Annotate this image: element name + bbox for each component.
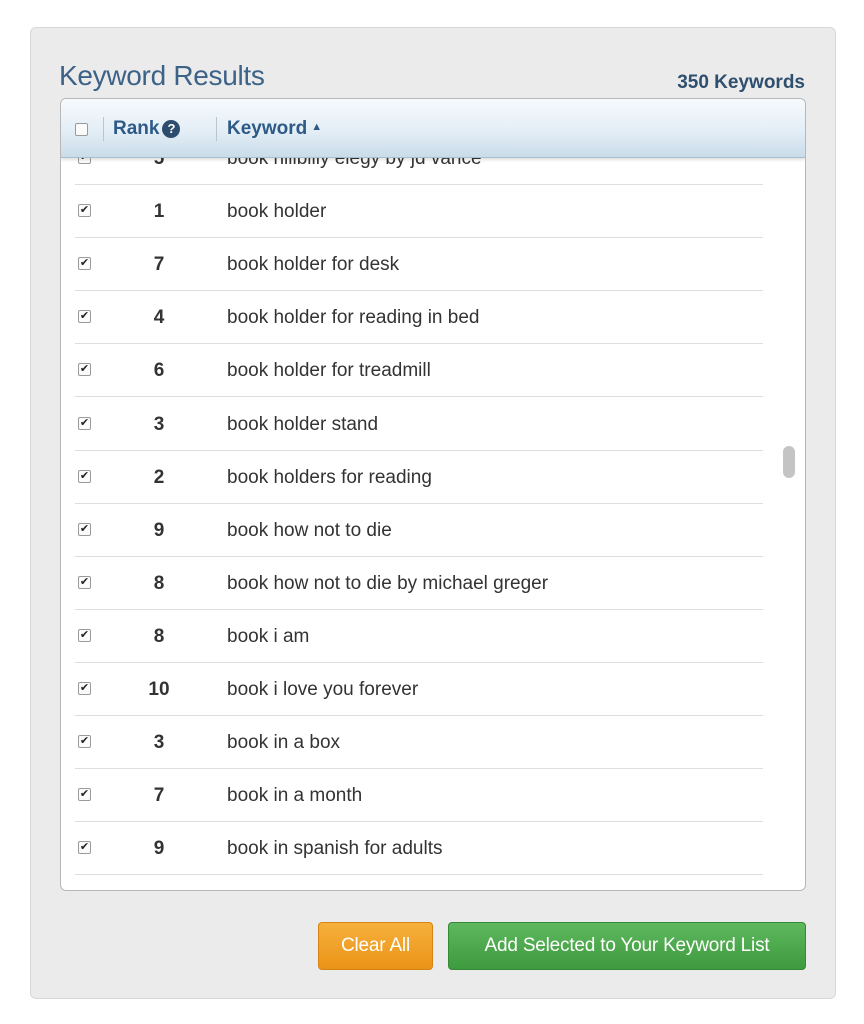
keyword-cell: book how not to die by michael greger <box>227 572 549 594</box>
table-row[interactable]: ✔ 8 book how not to die by michael greger <box>61 557 805 610</box>
keyword-cell: book i love you forever <box>227 679 419 700</box>
help-icon[interactable]: ? <box>162 120 181 138</box>
table-row[interactable]: ✔ 7 book holder for desk <box>61 238 805 292</box>
select-all-checkbox[interactable] <box>75 123 88 136</box>
rank-cell: 1 <box>153 201 165 223</box>
keyword-cell: book in a box <box>227 732 341 754</box>
table-row[interactable]: ✔ 6 book holder for treadmill <box>61 344 805 398</box>
row-checkbox[interactable]: ✔ <box>78 257 91 271</box>
rank-cell: 10 <box>148 679 170 700</box>
rank-cell: 2 <box>153 466 165 488</box>
row-checkbox[interactable]: ✔ <box>78 628 91 642</box>
keyword-cell: book holder for desk <box>227 254 400 276</box>
table-row[interactable]: ✔ 3 book in a box <box>61 716 805 770</box>
rank-column-label: Rank <box>113 118 160 139</box>
row-checkbox[interactable]: ✔ <box>78 735 91 749</box>
row-checkbox[interactable]: ✔ <box>78 469 91 483</box>
keyword-count: 350 Keywords <box>677 72 805 93</box>
row-checkbox[interactable]: ✔ <box>78 522 91 536</box>
row-checkbox[interactable]: ✔ <box>78 416 91 430</box>
row-checkbox[interactable]: ✔ <box>78 682 91 695</box>
table-row[interactable]: ✔ 3 book holder stand <box>61 398 805 451</box>
table-row[interactable]: ✔ 8 book i am <box>61 610 805 663</box>
column-divider <box>103 117 104 141</box>
rank-cell: 3 <box>153 732 165 754</box>
table-row[interactable]: ✔6book in the end of world book <box>61 875 805 890</box>
table-row[interactable]: ✔ 9 book how not to die <box>61 504 805 557</box>
rank-cell: 9 <box>153 838 165 860</box>
keyword-column-label: Keyword <box>227 118 308 139</box>
keyword-cell: book holder for treadmill <box>227 360 431 382</box>
row-checkbox[interactable]: ✔ <box>78 310 91 324</box>
rank-cell: 4 <box>153 307 165 329</box>
row-checkbox[interactable]: ✔ <box>78 363 91 377</box>
sort-ascending-icon: ▲ <box>311 121 323 133</box>
rank-cell: 3 <box>153 413 165 435</box>
keyword-cell: book in spanish for adults <box>227 838 443 860</box>
rank-column-header[interactable]: Rank? <box>113 118 181 140</box>
keyword-cell: book holder <box>227 201 327 223</box>
keyword-cell: book holder for reading in bed <box>227 307 480 329</box>
add-selected-button[interactable]: Add Selected to Your Keyword List <box>448 922 806 970</box>
row-checkbox[interactable]: ✔ <box>78 788 91 802</box>
scrollbar-thumb[interactable] <box>783 446 795 478</box>
table-row[interactable]: ✔ 9 book in spanish for adults <box>61 822 805 876</box>
row-checkbox[interactable]: ✔ <box>78 575 91 589</box>
keyword-column-header[interactable]: Keyword ▲ <box>227 118 322 140</box>
rank-cell: 8 <box>153 572 165 594</box>
keyword-cell: book i am <box>227 625 310 647</box>
table-row[interactable]: ✔ 10 book i love you forever <box>61 663 805 716</box>
rank-cell: 7 <box>153 785 165 807</box>
table-row[interactable]: ✔ 1 book holder <box>61 185 805 239</box>
rank-cell: 7 <box>153 254 165 276</box>
keyword-cell: book holders for reading <box>227 466 432 488</box>
rank-cell: 8 <box>153 625 165 647</box>
keyword-cell: book holder stand <box>227 413 379 435</box>
table-header: Rank? Keyword ▲ <box>61 99 805 158</box>
rank-cell: 9 <box>153 519 165 541</box>
keyword-cell: book how not to die <box>227 519 392 541</box>
column-divider <box>216 117 217 141</box>
table-row[interactable]: ✔ 4 book holder for reading in bed <box>61 291 805 345</box>
row-checkbox[interactable]: ✔ <box>78 204 91 218</box>
keyword-results-panel: Keyword Results 350 Keywords Rank? Keywo… <box>30 27 836 999</box>
table-row[interactable]: ✔ 2 book holders for reading <box>61 451 805 504</box>
rank-cell: 6 <box>153 360 165 382</box>
panel-title: Keyword Results <box>59 60 265 91</box>
row-checkbox[interactable]: ✔ <box>78 841 91 855</box>
table-row[interactable]: ✔ 7 book in a month <box>61 769 805 823</box>
clear-all-button[interactable]: Clear All <box>318 922 433 970</box>
table-body: ✔5book hillbilly elegy by jd vance✔1book… <box>61 99 805 890</box>
keyword-table: Rank? Keyword▲ ✔5book hillbilly elegy by… <box>60 98 806 891</box>
keyword-cell: book in a month <box>227 785 363 807</box>
